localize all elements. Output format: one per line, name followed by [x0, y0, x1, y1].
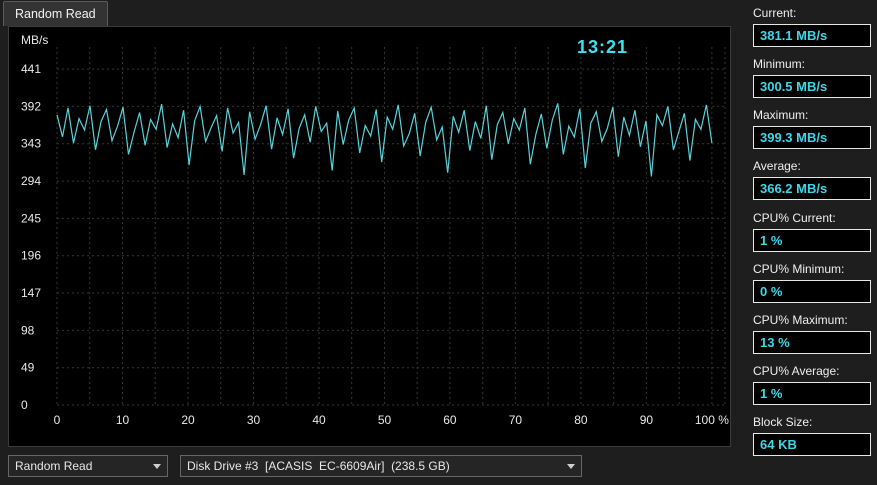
chart-column: Random Read 441 392 343 294 245 196 147 98 49 0 0 1… — [0, 0, 737, 485]
stat-value: 1 % — [753, 382, 871, 405]
drive-select[interactable]: Disk Drive #3 [ACASIS EC-6609Air] (238.5… — [180, 455, 582, 477]
svg-text:100 %: 100 % — [695, 413, 729, 427]
svg-text:49: 49 — [21, 361, 35, 375]
chart-panel: 441 392 343 294 245 196 147 98 49 0 0 10 20 30 40 50 60 7… — [8, 26, 731, 447]
svg-text:80: 80 — [574, 413, 588, 427]
stat-label: Minimum: — [753, 57, 871, 71]
stat-label: Current: — [753, 6, 871, 20]
stat-value: 1 % — [753, 229, 871, 252]
drive-select-value: Disk Drive #3 [ACASIS EC-6609Air] (238.5… — [187, 459, 561, 473]
svg-text:441: 441 — [21, 62, 41, 76]
stat-value: 0 % — [753, 280, 871, 303]
svg-text:10: 10 — [116, 413, 130, 427]
svg-text:70: 70 — [509, 413, 523, 427]
test-type-select[interactable]: Random Read — [8, 455, 168, 477]
stats-panel: Current: 381.1 MB/s Minimum: 300.5 MB/s … — [737, 0, 877, 485]
svg-text:245: 245 — [21, 211, 41, 225]
stat-label: CPU% Current: — [753, 211, 871, 225]
stat-cpu-current: CPU% Current: 1 % — [753, 211, 871, 252]
svg-text:40: 40 — [312, 413, 326, 427]
svg-text:90: 90 — [640, 413, 654, 427]
svg-text:0: 0 — [21, 398, 28, 412]
stat-value: 366.2 MB/s — [753, 177, 871, 200]
stat-label: CPU% Maximum: — [753, 313, 871, 327]
svg-text:0: 0 — [54, 413, 61, 427]
benchmark-chart: 441 392 343 294 245 196 147 98 49 0 0 10 20 30 40 50 60 7… — [9, 27, 732, 446]
svg-text:98: 98 — [21, 323, 35, 337]
svg-text:50: 50 — [378, 413, 392, 427]
svg-text:196: 196 — [21, 249, 41, 263]
svg-text:392: 392 — [21, 99, 41, 113]
chevron-down-icon — [153, 464, 161, 469]
stat-label: Block Size: — [753, 415, 871, 429]
test-type-value: Random Read — [15, 459, 147, 473]
svg-text:20: 20 — [181, 413, 195, 427]
tab-random-read[interactable]: Random Read — [3, 1, 108, 26]
stat-label: CPU% Minimum: — [753, 262, 871, 276]
svg-text:60: 60 — [443, 413, 457, 427]
stat-value: 13 % — [753, 331, 871, 354]
svg-text:294: 294 — [21, 174, 41, 188]
footer-bar: Random Read Disk Drive #3 [ACASIS EC-660… — [0, 447, 737, 485]
stat-average: Average: 366.2 MB/s — [753, 159, 871, 200]
svg-text:147: 147 — [21, 286, 41, 300]
tab-strip: Random Read — [0, 0, 737, 26]
stat-value: 64 KB — [753, 433, 871, 456]
benchmark-window: Random Read 441 392 343 294 245 196 147 98 49 0 0 1… — [0, 0, 877, 485]
svg-text:30: 30 — [247, 413, 261, 427]
svg-text:343: 343 — [21, 137, 41, 151]
stat-maximum: Maximum: 399.3 MB/s — [753, 108, 871, 149]
stat-cpu-minimum: CPU% Minimum: 0 % — [753, 262, 871, 303]
stat-minimum: Minimum: 300.5 MB/s — [753, 57, 871, 98]
stat-label: CPU% Average: — [753, 364, 871, 378]
chevron-down-icon — [567, 464, 575, 469]
stat-cpu-average: CPU% Average: 1 % — [753, 364, 871, 405]
svg-text:MB/s: MB/s — [21, 33, 48, 47]
stat-value: 399.3 MB/s — [753, 126, 871, 149]
elapsed-time: 13:21 — [577, 37, 628, 58]
stat-current: Current: 381.1 MB/s — [753, 6, 871, 47]
stat-label: Average: — [753, 159, 871, 173]
stat-block-size: Block Size: 64 KB — [753, 415, 871, 456]
stat-label: Maximum: — [753, 108, 871, 122]
stat-value: 300.5 MB/s — [753, 75, 871, 98]
stat-value: 381.1 MB/s — [753, 24, 871, 47]
stat-cpu-maximum: CPU% Maximum: 13 % — [753, 313, 871, 354]
